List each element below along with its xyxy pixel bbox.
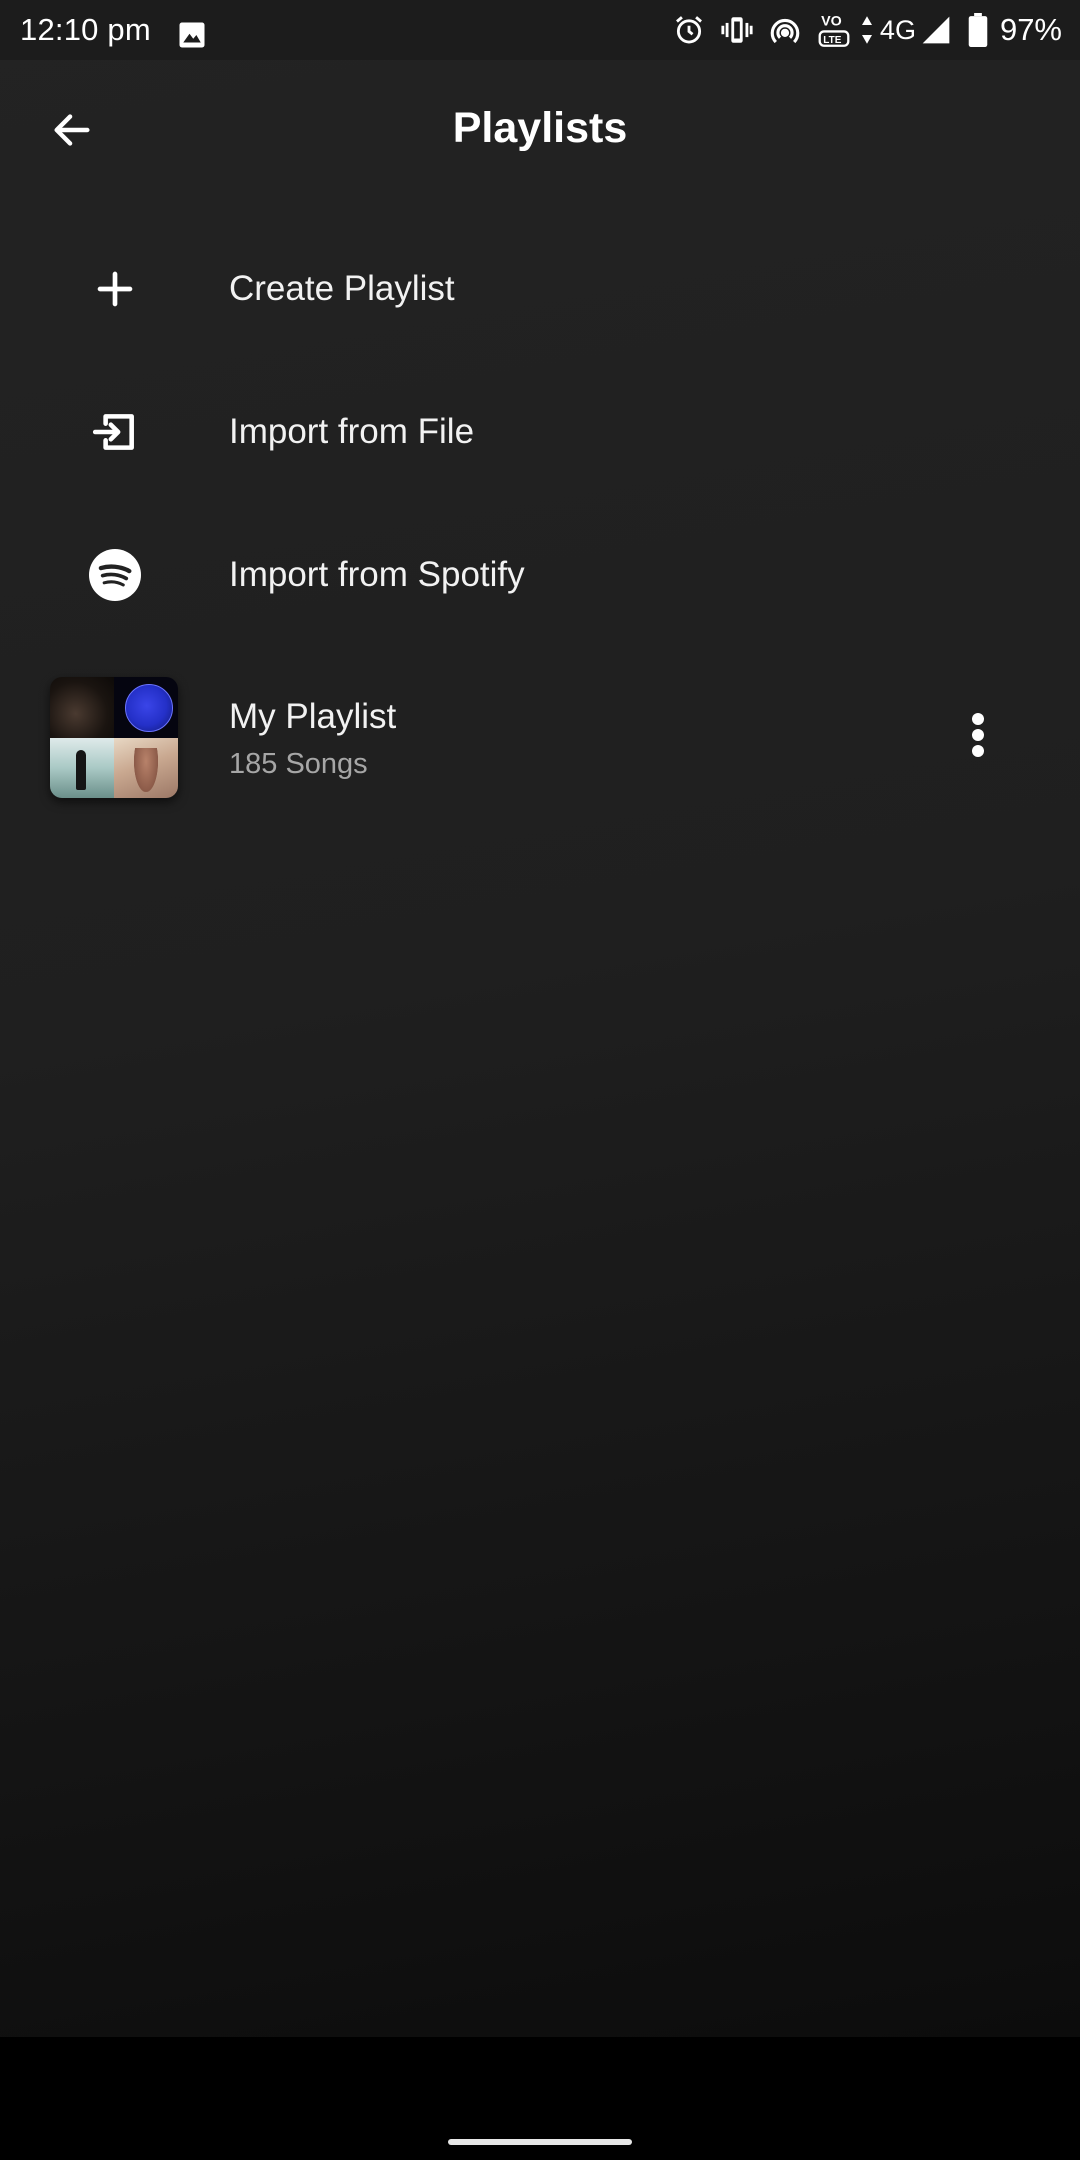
playlist-item[interactable]: My Playlist 185 Songs — [0, 665, 1080, 810]
svg-text:VO: VO — [821, 14, 842, 30]
playlist-artwork — [50, 677, 178, 798]
album-cover-4 — [114, 737, 178, 798]
create-playlist-button[interactable]: Create Playlist — [0, 217, 1080, 360]
playlist-more-button[interactable] — [942, 689, 1014, 785]
volte-icon: VO LTE — [816, 10, 852, 50]
playlist-name: My Playlist — [229, 697, 397, 736]
import-from-spotify-button[interactable]: Import from Spotify — [0, 503, 1080, 646]
navigation-bar — [0, 2037, 1080, 2160]
import-from-file-label: Import from File — [229, 412, 475, 451]
vibrate-icon — [720, 13, 754, 47]
page-title: Playlists — [452, 104, 628, 152]
screen: 12:10 pm VO LTE 4G 97% Playlists Create … — [0, 0, 1080, 2160]
plus-icon — [62, 217, 167, 360]
import-from-file-button[interactable]: Import from File — [0, 360, 1080, 503]
spotify-icon — [62, 503, 167, 646]
album-cover-1 — [50, 677, 114, 738]
album-cover-3 — [50, 737, 114, 798]
battery-icon — [968, 13, 988, 47]
status-time: 12:10 pm — [20, 12, 151, 47]
battery-percent: 97% — [999, 12, 1062, 47]
import-from-spotify-label: Import from Spotify — [229, 555, 525, 594]
status-bar: 12:10 pm VO LTE 4G 97% — [0, 0, 1080, 60]
import-icon — [62, 360, 167, 503]
svg-text:LTE: LTE — [823, 35, 841, 46]
album-cover-2 — [114, 677, 178, 738]
image-icon — [177, 20, 207, 55]
status-icons: VO LTE 4G 97% — [658, 0, 1062, 60]
hotspot-icon — [768, 13, 802, 47]
arrow-left-icon — [49, 107, 95, 158]
more-vert-icon — [970, 711, 986, 764]
data-arrows-icon — [860, 15, 874, 45]
back-button[interactable] — [30, 90, 114, 174]
app-bar: Playlists — [0, 60, 1080, 205]
alarm-icon — [672, 13, 706, 47]
home-indicator[interactable] — [448, 2139, 632, 2145]
create-playlist-label: Create Playlist — [229, 269, 455, 308]
network-type: 4G — [879, 15, 916, 45]
signal-icon — [920, 14, 952, 46]
playlist-song-count: 185 Songs — [229, 748, 368, 780]
